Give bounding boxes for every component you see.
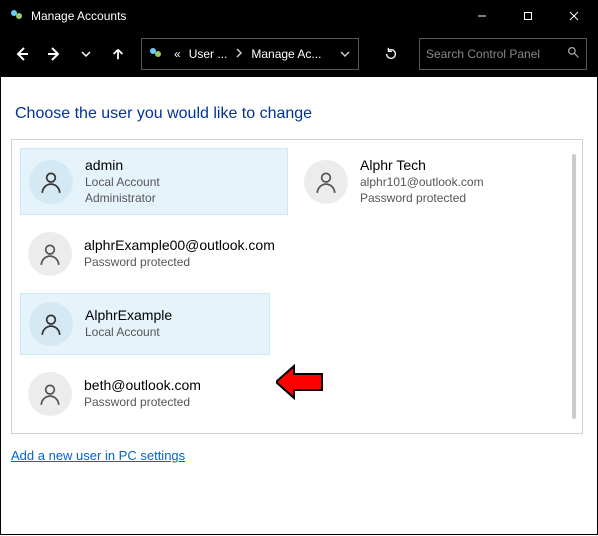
user-icon: [29, 160, 73, 204]
account-name: AlphrExample: [85, 307, 172, 323]
account-line: Local Account: [85, 175, 160, 191]
window-title: Manage Accounts: [31, 9, 126, 23]
panel-scrollbar[interactable]: [572, 154, 576, 419]
back-button[interactable]: [7, 38, 37, 70]
account-line: alphr101@outlook.com: [360, 175, 484, 191]
account-info: alphrExample00@outlook.com Password prot…: [84, 237, 275, 271]
app-icon: [9, 8, 25, 24]
address-dropdown-button[interactable]: [332, 49, 358, 59]
search-icon: [567, 46, 580, 62]
user-icon: [29, 302, 73, 346]
account-name: alphrExample00@outlook.com: [84, 237, 275, 253]
address-history-chevron[interactable]: «: [170, 47, 185, 61]
user-icon: [304, 160, 348, 204]
address-segment-2[interactable]: Manage Ac...: [247, 47, 325, 61]
recent-locations-button[interactable]: [71, 38, 101, 70]
maximize-button[interactable]: [505, 1, 551, 31]
account-line: Password protected: [84, 395, 201, 411]
add-user-link[interactable]: Add a new user in PC settings: [11, 448, 185, 463]
account-name: Alphr Tech: [360, 157, 484, 173]
account-info: Alphr Tech alphr101@outlook.com Password…: [360, 157, 484, 206]
minimize-button[interactable]: [459, 1, 505, 31]
account-line: Password protected: [84, 255, 275, 271]
up-button[interactable]: [103, 38, 133, 70]
address-segment-1[interactable]: User ...: [185, 47, 232, 61]
search-placeholder: Search Control Panel: [426, 47, 567, 61]
account-tile-beth[interactable]: beth@outlook.com Password protected: [20, 363, 270, 425]
account-name: admin: [85, 157, 160, 173]
account-line: Local Account: [85, 325, 172, 341]
account-tile-alphr-tech[interactable]: Alphr Tech alphr101@outlook.com Password…: [296, 148, 564, 215]
page-heading: Choose the user you would like to change: [15, 105, 589, 123]
account-info: admin Local Account Administrator: [85, 157, 160, 206]
user-icon: [28, 372, 72, 416]
red-arrow-callout: [276, 364, 324, 400]
account-info: AlphrExample Local Account: [85, 307, 172, 341]
account-tile-alphrexample00[interactable]: alphrExample00@outlook.com Password prot…: [20, 223, 346, 285]
forward-button[interactable]: [39, 38, 69, 70]
nav-bar: « User ... Manage Ac... Search Control P…: [1, 31, 597, 77]
chevron-right-icon: [231, 47, 247, 61]
address-bar[interactable]: « User ... Manage Ac...: [141, 38, 359, 70]
account-line: Administrator: [85, 191, 160, 207]
refresh-button[interactable]: [373, 47, 409, 61]
account-name: beth@outlook.com: [84, 377, 201, 393]
content-area: Choose the user you would like to change…: [1, 77, 597, 536]
account-tile-admin[interactable]: admin Local Account Administrator: [20, 148, 288, 215]
close-button[interactable]: [551, 1, 597, 31]
user-icon: [28, 232, 72, 276]
account-tile-alphrexample[interactable]: AlphrExample Local Account: [20, 293, 270, 355]
search-input[interactable]: Search Control Panel: [419, 38, 587, 70]
account-info: beth@outlook.com Password protected: [84, 377, 201, 411]
title-bar: Manage Accounts: [1, 1, 597, 31]
address-icon: [142, 46, 170, 62]
account-line: Password protected: [360, 191, 484, 207]
window-controls: [459, 1, 597, 31]
